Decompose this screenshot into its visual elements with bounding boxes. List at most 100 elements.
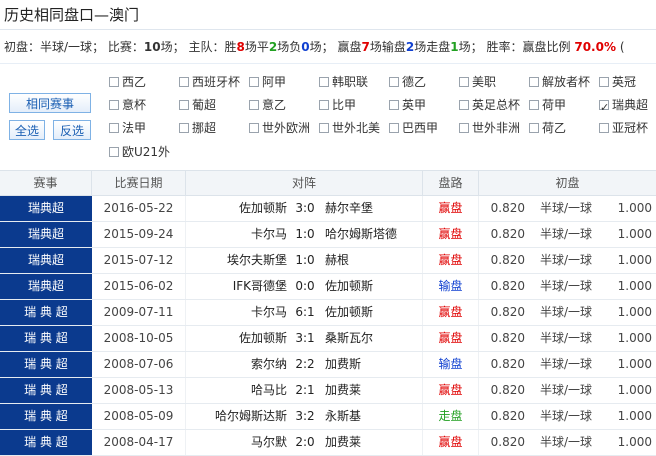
checkbox[interactable]	[599, 76, 609, 87]
away-odds-cell: 1.000	[617, 253, 652, 267]
league-checkbox-item[interactable]: 葡超	[179, 94, 253, 116]
home-team-cell[interactable]: 佐加顿斯	[186, 326, 291, 351]
league-checkbox-item[interactable]: 德乙	[389, 71, 463, 93]
home-team-cell[interactable]: 哈尔姆斯达斯	[186, 404, 291, 429]
league-checkbox-label: 意乙	[262, 98, 287, 112]
league-cell[interactable]: 瑞典超	[0, 196, 92, 221]
checkbox[interactable]	[179, 122, 189, 133]
league-checkbox-label: 美职	[472, 75, 497, 89]
home-team-cell[interactable]: 马尔默	[186, 430, 291, 455]
date-cell: 2008-05-09	[92, 404, 186, 429]
league-checkbox-item[interactable]: 韩职联	[319, 71, 393, 93]
invert-selection-button[interactable]: 反选	[53, 120, 91, 140]
league-checkbox-item[interactable]: 阿甲	[249, 71, 323, 93]
away-team-cell[interactable]: 加费斯	[319, 352, 423, 377]
handicap-cell: 半球/一球	[539, 409, 593, 423]
away-odds-cell: 1.000	[617, 357, 652, 371]
home-team-cell[interactable]: 哈马比	[186, 378, 291, 403]
home-team-cell[interactable]: 卡尔马	[186, 222, 291, 247]
away-team-cell[interactable]: 佐加顿斯	[319, 300, 423, 325]
checkbox[interactable]	[389, 76, 399, 87]
league-checkbox-item[interactable]: 法甲	[109, 117, 183, 139]
league-cell[interactable]: 瑞 典 超	[0, 300, 92, 325]
league-checkbox-item[interactable]: 比甲	[319, 94, 393, 116]
league-checkbox-item[interactable]: 意杯	[109, 94, 183, 116]
select-all-button[interactable]: 全选	[9, 120, 45, 140]
away-team-cell[interactable]: 永斯基	[319, 404, 423, 429]
checkbox[interactable]	[459, 122, 469, 133]
home-team-cell[interactable]: 索尔纳	[186, 352, 291, 377]
home-team-cell[interactable]: 埃尔夫斯堡	[186, 248, 291, 273]
checkbox[interactable]	[529, 76, 539, 87]
league-checkbox-item[interactable]: 西班牙杯	[179, 71, 253, 93]
checkbox[interactable]	[389, 122, 399, 133]
league-checkbox-item[interactable]: 英甲	[389, 94, 463, 116]
checkbox[interactable]	[529, 99, 539, 110]
same-match-button[interactable]: 相同赛事	[9, 93, 91, 113]
checkbox[interactable]	[319, 76, 329, 87]
checkbox[interactable]	[249, 122, 259, 133]
league-cell[interactable]: 瑞 典 超	[0, 404, 92, 429]
league-checkbox-item[interactable]: 欧U21外	[109, 141, 183, 163]
league-checkbox-item[interactable]: 西乙	[109, 71, 183, 93]
checkbox[interactable]	[179, 76, 189, 87]
league-checkbox-item[interactable]: 意乙	[249, 94, 323, 116]
checkbox[interactable]	[109, 122, 119, 133]
league-cell[interactable]: 瑞典超	[0, 248, 92, 273]
header-league: 赛事	[0, 171, 92, 195]
checkbox[interactable]	[599, 97, 609, 119]
checkbox[interactable]	[249, 99, 259, 110]
checkbox[interactable]	[109, 99, 119, 110]
league-checkbox-item[interactable]: 世外非洲	[459, 117, 533, 139]
checkbox[interactable]	[179, 99, 189, 110]
league-checkbox-item[interactable]: 亚冠杯	[599, 117, 656, 139]
ratio-value: 70.0%	[574, 40, 616, 54]
date-cell: 2015-09-24	[92, 222, 186, 247]
league-checkbox-item[interactable]: 瑞典超	[599, 94, 656, 119]
away-team-cell[interactable]: 赫尔辛堡	[319, 196, 423, 221]
home-odds-cell: 0.820	[490, 409, 525, 423]
league-checkbox-label: 英足总杯	[472, 98, 521, 112]
away-team-cell[interactable]: 加费莱	[319, 430, 423, 455]
home-odds-cell: 0.820	[490, 227, 525, 241]
checkbox[interactable]	[459, 76, 469, 87]
league-cell[interactable]: 瑞典超	[0, 274, 92, 299]
league-checkbox-item[interactable]: 解放者杯	[529, 71, 603, 93]
league-cell[interactable]: 瑞 典 超	[0, 378, 92, 403]
league-checkbox-item[interactable]: 巴西甲	[389, 117, 463, 139]
league-checkbox-item[interactable]: 荷乙	[529, 117, 603, 139]
league-checkbox-item[interactable]: 英冠	[599, 71, 656, 93]
checkbox[interactable]	[109, 76, 119, 87]
league-cell[interactable]: 瑞 典 超	[0, 430, 92, 455]
shu-unit: 场	[414, 40, 427, 54]
checkbox[interactable]	[109, 146, 119, 157]
date-cell: 2016-05-22	[92, 196, 186, 221]
checkbox[interactable]	[459, 99, 469, 110]
table-row: 瑞典超 2015-06-02 IFK哥德堡 0:0 佐加顿斯 输盘 0.820 半球/一球 1.…	[0, 274, 656, 300]
score-cell: 2:2	[295, 357, 315, 371]
league-checkbox-item[interactable]: 英足总杯	[459, 94, 533, 116]
home-team-cell[interactable]: 佐加顿斯	[186, 196, 291, 221]
league-cell[interactable]: 瑞典超	[0, 222, 92, 247]
league-checkbox-item[interactable]: 荷甲	[529, 94, 603, 116]
checkbox[interactable]	[319, 122, 329, 133]
league-cell[interactable]: 瑞 典 超	[0, 326, 92, 351]
checkbox[interactable]	[319, 99, 329, 110]
league-checkbox-item[interactable]: 挪超	[179, 117, 253, 139]
league-checkbox-item[interactable]: 美职	[459, 71, 533, 93]
league-checkbox-item[interactable]: 世外北美	[319, 117, 393, 139]
league-cell[interactable]: 瑞 典 超	[0, 352, 92, 377]
away-team-cell[interactable]: 加费莱	[319, 378, 423, 403]
home-team-cell[interactable]: 卡尔马	[186, 300, 291, 325]
away-team-cell[interactable]: 哈尔姆斯塔德	[319, 222, 423, 247]
checkbox[interactable]	[389, 99, 399, 110]
home-team-cell[interactable]: IFK哥德堡	[186, 274, 291, 299]
away-team-cell[interactable]: 赫根	[319, 248, 423, 273]
checkbox[interactable]	[249, 76, 259, 87]
checkbox[interactable]	[599, 122, 609, 133]
away-team-cell[interactable]: 桑斯瓦尔	[319, 326, 423, 351]
wins-unit: 场	[244, 40, 257, 54]
checkbox[interactable]	[529, 122, 539, 133]
league-checkbox-item[interactable]: 世外欧洲	[249, 117, 323, 139]
away-team-cell[interactable]: 佐加顿斯	[319, 274, 423, 299]
